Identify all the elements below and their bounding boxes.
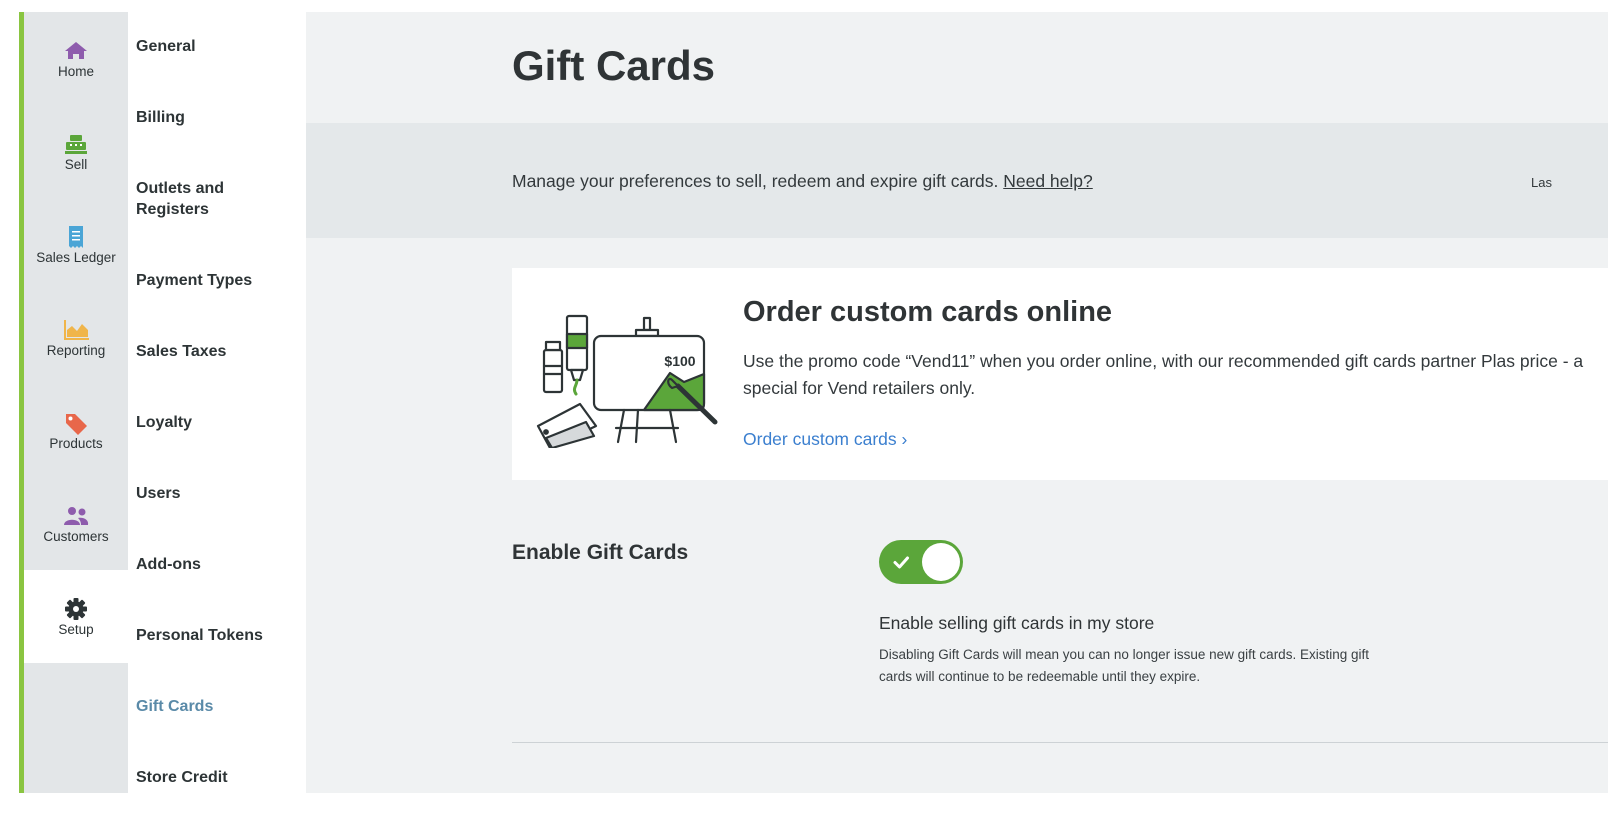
users-icon bbox=[62, 504, 90, 528]
nav-label-setup: Setup bbox=[58, 621, 94, 637]
enable-gift-cards-toggle[interactable] bbox=[879, 540, 963, 584]
nav-item-home[interactable]: Home bbox=[24, 12, 128, 105]
page-description: Manage your preferences to sell, redeem … bbox=[512, 171, 1093, 192]
settings-item-outlets-and-registers[interactable]: Outlets and Registers bbox=[136, 178, 256, 220]
nav-label-products: Products bbox=[49, 435, 103, 451]
description-text: Manage your preferences to sell, redeem … bbox=[512, 171, 1004, 191]
area-chart-icon bbox=[62, 318, 90, 342]
promo-description: Use the promo code “Vend11” when you ord… bbox=[743, 351, 1584, 398]
gift-card-easel-illustration: $100 bbox=[536, 314, 718, 448]
last-updated-text: Las bbox=[1531, 175, 1552, 190]
app-window: Home Sell Sales Ledger Reporting Product… bbox=[19, 12, 1608, 793]
promo-title: Order custom cards online bbox=[743, 296, 1113, 328]
section-divider bbox=[512, 742, 1608, 743]
toggle-caption: Enable selling gift cards in my store bbox=[879, 613, 1155, 633]
settings-navigation: General Billing Outlets and Registers Pa… bbox=[128, 12, 306, 793]
settings-item-personal-tokens[interactable]: Personal Tokens bbox=[136, 625, 304, 646]
nav-item-reporting[interactable]: Reporting bbox=[24, 291, 128, 384]
gear-icon bbox=[62, 597, 90, 621]
settings-item-users[interactable]: Users bbox=[136, 483, 304, 504]
card-price-text: $100 bbox=[664, 353, 695, 369]
order-custom-cards-link[interactable]: Order custom cards › bbox=[743, 429, 907, 450]
toggle-help-text: Disabling Gift Cards will mean you can n… bbox=[879, 647, 1369, 684]
toggle-knob bbox=[922, 543, 960, 581]
nav-label-customers: Customers bbox=[43, 528, 109, 544]
promo-card: $100 Order custom cards online Use the p… bbox=[512, 268, 1608, 480]
nav-item-customers[interactable]: Customers bbox=[24, 477, 128, 570]
settings-item-general[interactable]: General bbox=[136, 36, 304, 57]
receipt-icon bbox=[62, 225, 90, 249]
nav-item-sell[interactable]: Sell bbox=[24, 105, 128, 198]
nav-label-reporting: Reporting bbox=[46, 342, 106, 358]
nav-item-sales-ledger[interactable]: Sales Ledger bbox=[24, 198, 128, 291]
settings-item-store-credit[interactable]: Store Credit bbox=[136, 767, 304, 788]
need-help-link[interactable]: Need help? bbox=[1003, 171, 1093, 191]
app-navigation: Home Sell Sales Ledger Reporting Product… bbox=[24, 12, 128, 793]
nav-label-home: Home bbox=[57, 63, 94, 79]
tags-icon bbox=[62, 411, 90, 435]
settings-item-sales-taxes[interactable]: Sales Taxes bbox=[136, 341, 304, 362]
home-icon bbox=[62, 39, 90, 63]
cash-register-icon bbox=[62, 132, 90, 156]
settings-item-add-ons[interactable]: Add-ons bbox=[136, 554, 304, 575]
page-title: Gift Cards bbox=[512, 42, 716, 89]
settings-item-loyalty[interactable]: Loyalty bbox=[136, 412, 304, 433]
nav-label-sales-ledger: Sales Ledger bbox=[36, 249, 116, 265]
settings-item-billing[interactable]: Billing bbox=[136, 107, 304, 128]
check-icon bbox=[893, 556, 909, 569]
nav-item-products[interactable]: Products bbox=[24, 384, 128, 477]
enable-gift-cards-label: Enable Gift Cards bbox=[512, 541, 689, 564]
settings-item-gift-cards[interactable]: Gift Cards bbox=[136, 696, 304, 717]
settings-item-payment-types[interactable]: Payment Types bbox=[136, 270, 304, 291]
nav-label-sell: Sell bbox=[64, 156, 88, 172]
nav-item-setup[interactable]: Setup bbox=[24, 570, 128, 663]
main-content: Gift Cards Manage your preferences to se… bbox=[306, 12, 1608, 793]
